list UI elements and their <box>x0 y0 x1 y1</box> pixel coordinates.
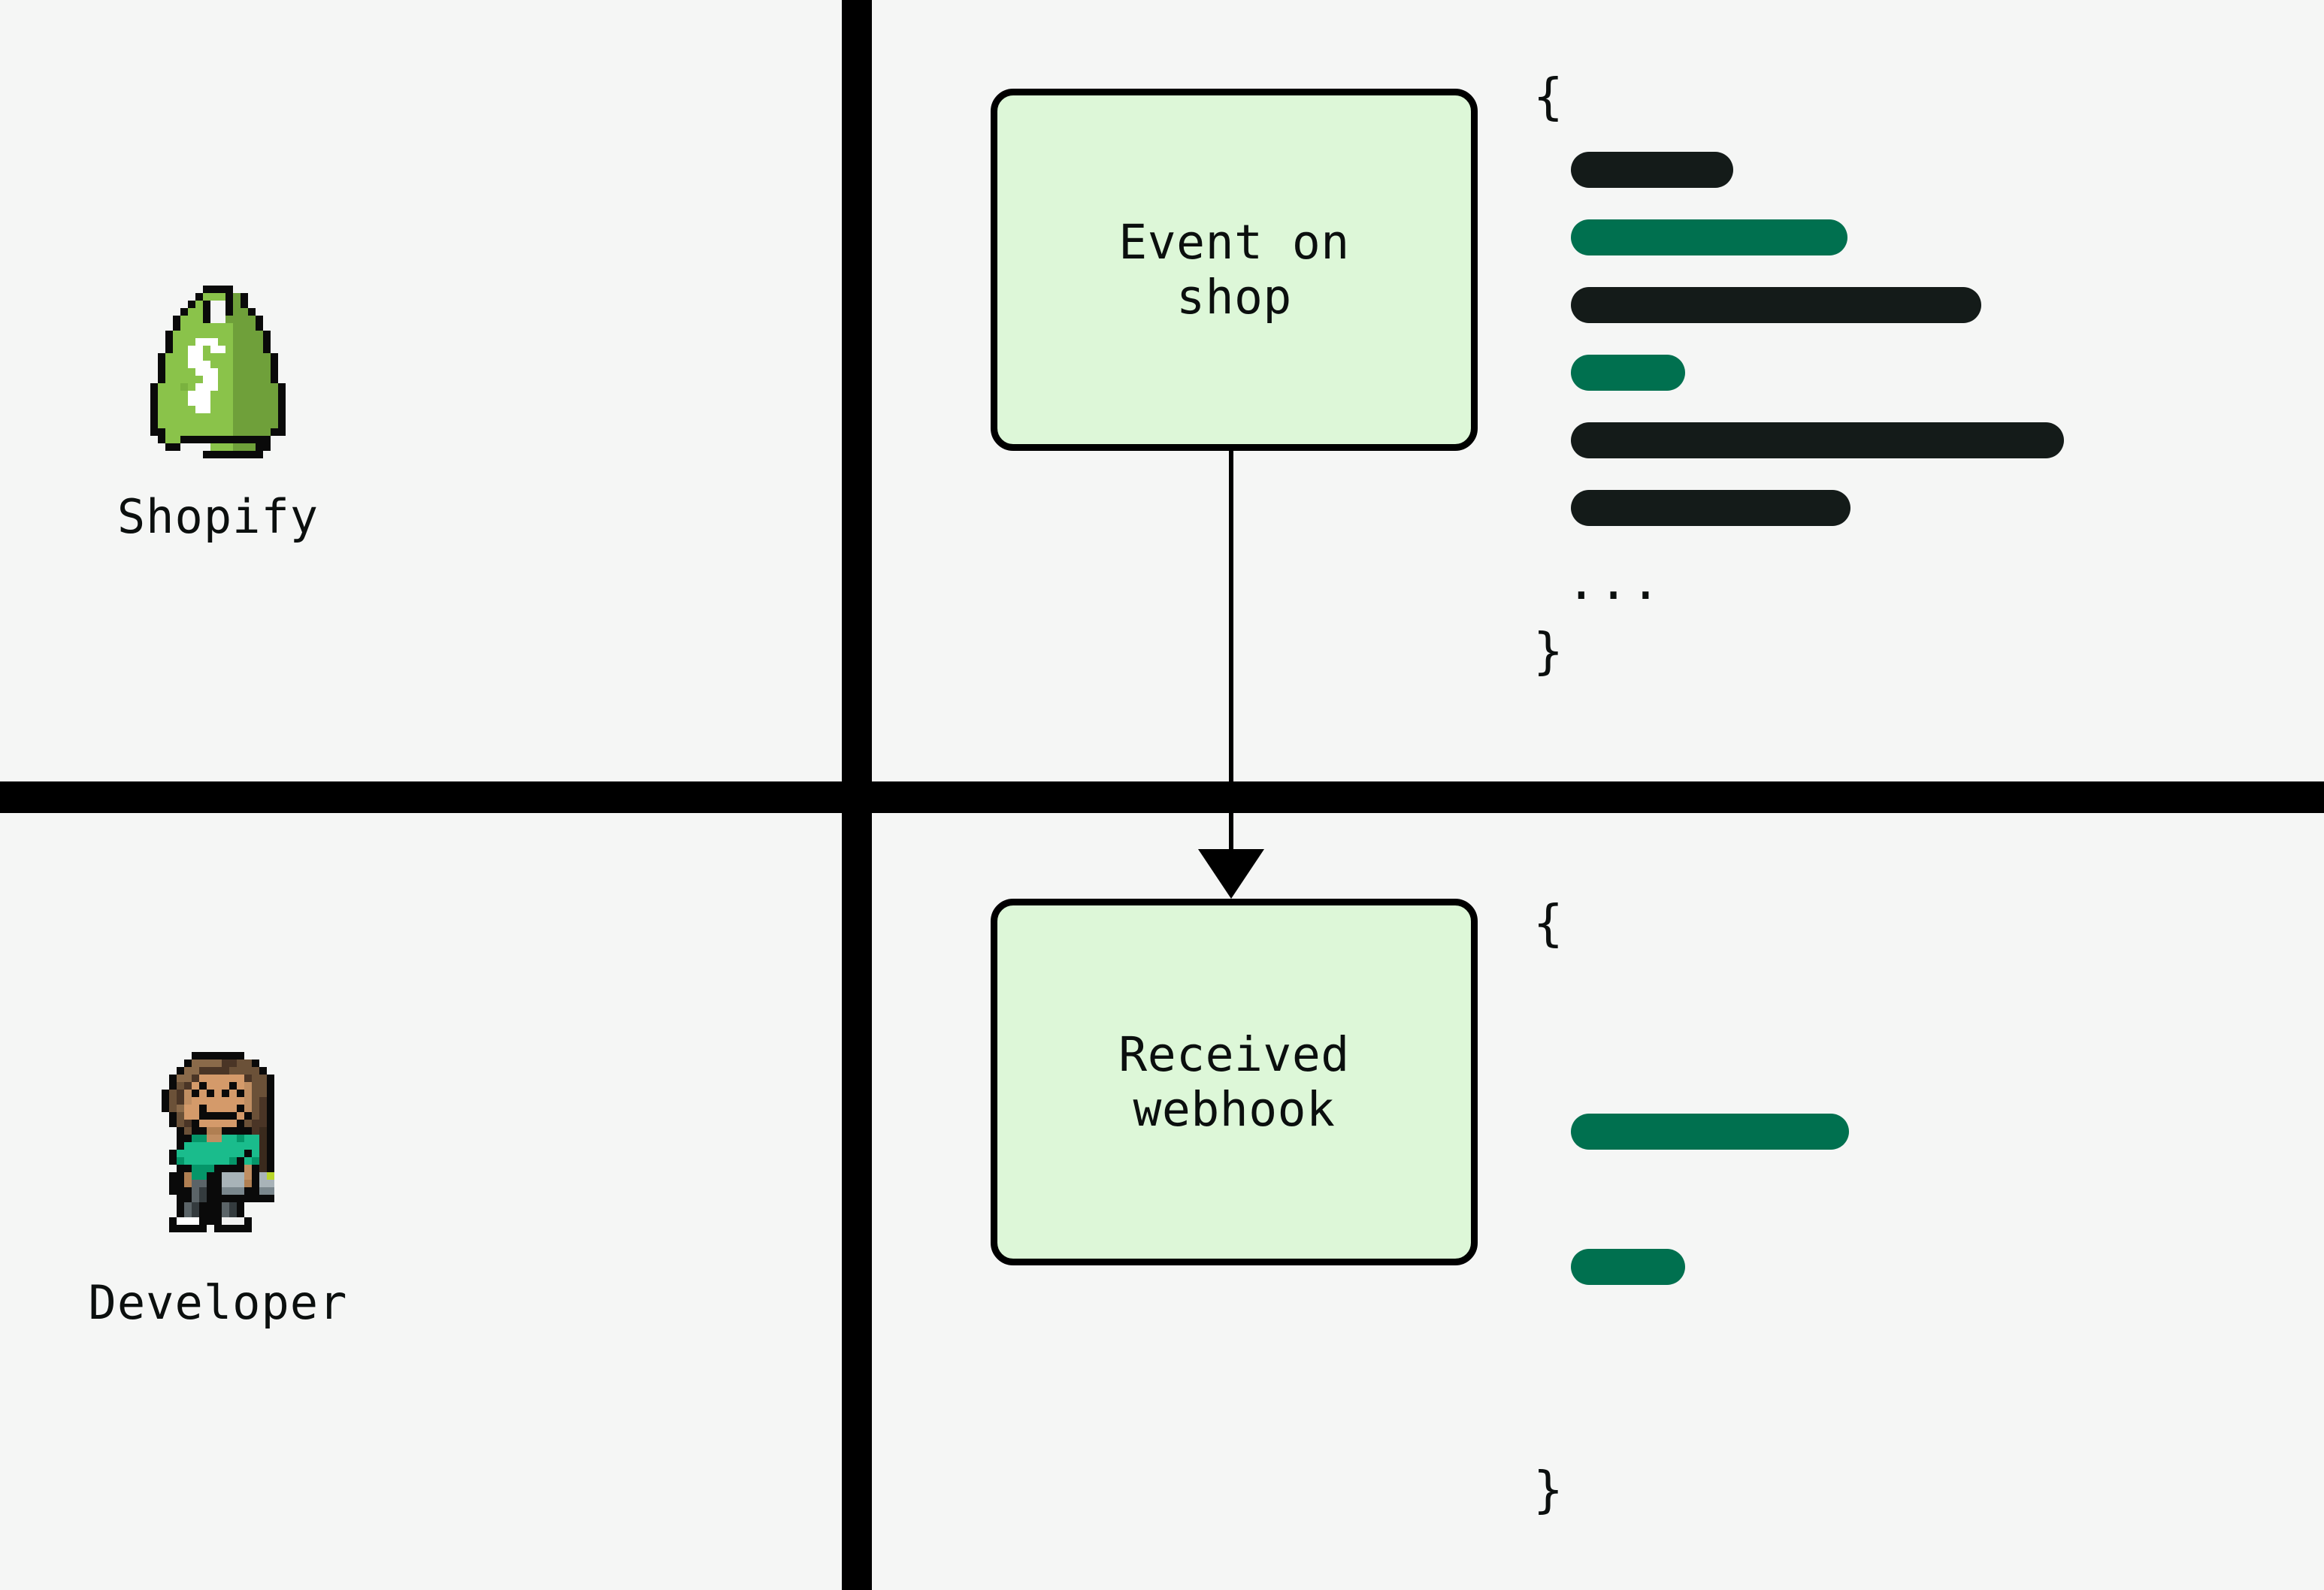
payload-bar-row <box>1533 1249 2255 1285</box>
actor-developer-label: Developer <box>88 1275 348 1330</box>
payload-bar <box>1571 1249 1685 1285</box>
flow-arrow-line <box>1229 449 1233 859</box>
flow-arrow-head-icon <box>1198 849 1264 899</box>
received-webhook-box: Received webhook <box>991 899 1478 1265</box>
payload-bar-row <box>1533 355 2255 391</box>
received-webhook-label: Received webhook <box>1118 1026 1350 1137</box>
payload-bar <box>1571 355 1685 391</box>
developer-person-pixel-icon <box>162 1052 274 1232</box>
shopify-bag-pixel-icon <box>150 286 286 458</box>
payload-bar <box>1571 152 1733 188</box>
payload-bar-row <box>1533 287 2255 323</box>
event-payload-bars <box>1533 152 2255 526</box>
event-on-shop-box: Event on shop <box>991 89 1478 451</box>
payload-bar-row <box>1533 978 2255 1014</box>
payload-bar-row <box>1533 219 2255 255</box>
event-on-shop-label: Event on shop <box>1118 214 1350 325</box>
payload-bar-row <box>1533 1181 2255 1217</box>
webhook-open-brace: { <box>1533 894 1563 952</box>
payload-ellipsis: ... <box>1566 553 1663 611</box>
payload-bar <box>1571 422 2064 458</box>
payload-bar-row <box>1533 422 2255 458</box>
payload-bar <box>1571 1114 1849 1150</box>
payload-bar <box>1571 219 1847 255</box>
payload-bar-row <box>1533 1114 2255 1150</box>
webhook-close-brace: } <box>1533 1461 1563 1519</box>
payload-close-brace: } <box>1533 622 1563 680</box>
horizontal-divider <box>0 781 2324 813</box>
webhook-payload-bars <box>1533 978 2255 1353</box>
actor-shopify-label: Shopify <box>117 489 319 544</box>
payload-open-brace: { <box>1533 68 1563 125</box>
payload-bar-row <box>1533 1046 2255 1082</box>
diagram-canvas: Shopify Developer Event on shop {...} … <box>0 0 2324 1590</box>
payload-bar-row <box>1533 1316 2255 1353</box>
actor-developer: Developer <box>8 1052 428 1329</box>
payload-bar-row <box>1533 490 2255 526</box>
payload-bar <box>1571 490 1850 526</box>
payload-bar-row <box>1533 152 2255 188</box>
actor-shopify: Shopify <box>8 286 428 543</box>
webhook-payload-skeleton: { } <box>1533 899 2255 1515</box>
payload-bar <box>1571 287 1981 323</box>
event-payload-skeleton: { ... } <box>1533 72 2255 676</box>
